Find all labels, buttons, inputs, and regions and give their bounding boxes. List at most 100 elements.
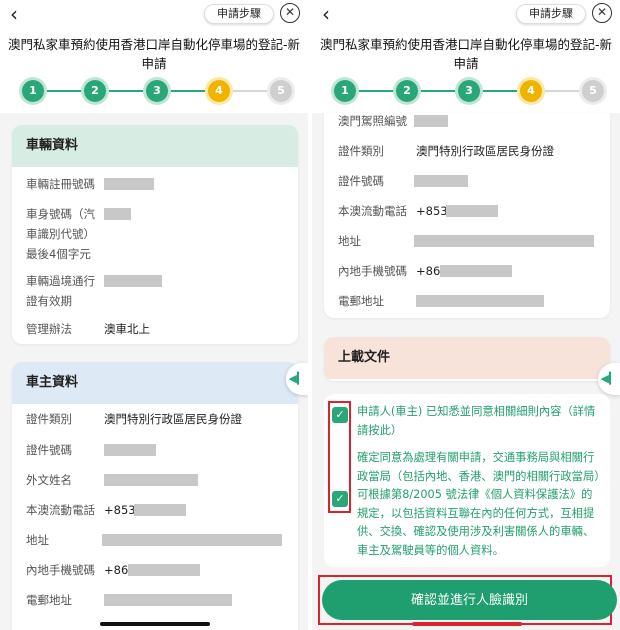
- confirm-face-recognition-button[interactable]: 確認並進行人臉識別: [322, 580, 617, 620]
- label-permit-2: 證有效期: [26, 294, 72, 308]
- field-scheme: 管理辦法 澳車北上: [26, 319, 288, 339]
- field-address: 地址: [26, 530, 288, 550]
- redacted-value: [104, 594, 232, 606]
- check-icon[interactable]: ✓: [332, 491, 348, 507]
- form-scroll-area[interactable]: 澳門駕照編號 證件類別 澳門特別行政區居民身份證 證件號碼 本澳流動電話 +85…: [312, 113, 620, 630]
- value-mainland-prefix: +86: [104, 563, 129, 577]
- redacted-value: [104, 208, 131, 220]
- field-id-no: 證件號碼: [26, 440, 288, 460]
- field-address: 地址: [338, 231, 600, 251]
- side-collapse-tab[interactable]: ◀▎: [598, 363, 620, 395]
- redacted-value: [416, 295, 544, 307]
- field-foreign-name: 外文姓名: [26, 470, 288, 490]
- value-scheme: 澳車北上: [104, 322, 150, 336]
- step-connector: [480, 90, 518, 92]
- step-2: 2: [84, 80, 106, 102]
- redacted-value: [414, 235, 594, 247]
- label-reg-no: 車輛註冊號碼: [26, 177, 95, 191]
- label-body-no-1: 車身號碼（汽: [26, 207, 95, 221]
- label-email: 電郵地址: [338, 294, 384, 308]
- chevron-left-icon[interactable]: ‹: [322, 2, 330, 26]
- top-bar: ‹ 申請步驟 ✕: [312, 0, 620, 28]
- redacted-value: [446, 205, 498, 217]
- redacted-value: [414, 115, 448, 127]
- progress-stepper: 1 2 3 4 5: [332, 80, 604, 102]
- label-body-no-3: 最後4個字元: [26, 247, 91, 261]
- right-screen: ‹ 申請步驟 ✕ 澳門私家車預約使用香港口岸自動化停車場的登記-新申請 1 2 …: [312, 0, 620, 630]
- progress-stepper: 1 2 3 4 5: [20, 80, 292, 102]
- value-mainland-prefix: +86: [416, 264, 441, 278]
- label-address: 地址: [338, 234, 361, 248]
- label-license-no: 澳門駕照編號: [338, 114, 407, 128]
- field-mainland-phone: 內地手機號碼 +86: [26, 560, 288, 580]
- step-1: 1: [22, 80, 44, 102]
- value-phone-prefix: +853: [104, 503, 136, 517]
- label-foreign-name: 外文姓名: [26, 473, 72, 487]
- redacted-value: [414, 175, 468, 187]
- field-permit-validity: 車輛過境通行 證有效期: [26, 271, 288, 311]
- label-body-no-2: 車識別代號）: [26, 227, 95, 241]
- value-id-type: 澳門特別行政區居民身份證: [104, 412, 242, 426]
- value-id-type: 澳門特別行政區居民身份證: [416, 144, 554, 158]
- redacted-value: [128, 564, 200, 576]
- close-icon[interactable]: ✕: [592, 3, 612, 23]
- field-id-type: 證件類別 澳門特別行政區居民身份證: [26, 409, 288, 429]
- label-id-type: 證件類別: [26, 412, 72, 426]
- page-title: 澳門私家車預約使用香港口岸自動化停車場的登記-新申請: [8, 37, 301, 71]
- label-mainland-phone: 內地手機號碼: [338, 264, 407, 278]
- top-bar: ‹ 申請步驟 ✕: [0, 0, 308, 28]
- redacted-value: [104, 444, 156, 456]
- redacted-value: [440, 265, 512, 277]
- agreement-terms-text[interactable]: 申請人(車主) 已知悉並同意相關細則內容（詳情請按此）: [357, 403, 600, 440]
- label-address: 地址: [26, 533, 49, 547]
- step-4: 4: [520, 80, 542, 102]
- owner-info-card: 車主資料 證件類別 澳門特別行政區居民身份證 證件號碼 外文姓名 本澳流動電話 …: [12, 362, 298, 630]
- step-1: 1: [334, 80, 356, 102]
- home-indicator: [412, 622, 522, 626]
- field-mainland-phone: 內地手機號碼 +86: [338, 261, 600, 281]
- redacted-value: [104, 474, 198, 486]
- left-screen: ‹ 申請步驟 ✕ 澳門私家車預約使用香港口岸自動化停車場的登記-新申請 1 2 …: [0, 0, 308, 630]
- vehicle-card-title: 車輛資料: [12, 125, 298, 167]
- field-macau-phone: 本澳流動電話 +853: [26, 500, 288, 520]
- field-id-type: 證件類別 澳門特別行政區居民身份證: [338, 141, 600, 161]
- page-title: 澳門私家車預約使用香港口岸自動化停車場的登記-新申請: [320, 37, 613, 71]
- field-license-no: 澳門駕照編號: [338, 113, 600, 131]
- field-email: 電郵地址: [338, 291, 600, 311]
- check-icon[interactable]: ✓: [332, 407, 348, 423]
- upload-card-title: 上載文件: [324, 337, 610, 379]
- field-macau-phone: 本澳流動電話 +853: [338, 201, 600, 221]
- step-5: 5: [582, 80, 604, 102]
- steps-button[interactable]: 申請步驟: [204, 4, 274, 24]
- step-2: 2: [396, 80, 418, 102]
- label-id-no: 證件號碼: [338, 174, 384, 188]
- close-icon[interactable]: ✕: [280, 3, 300, 23]
- step-5: 5: [270, 80, 292, 102]
- label-mainland-phone: 內地手機號碼: [26, 563, 95, 577]
- step-connector: [418, 90, 456, 92]
- step-connector: [106, 90, 144, 92]
- step-3: 3: [458, 80, 480, 102]
- field-email: 電郵地址: [26, 590, 288, 610]
- redacted-value: [104, 275, 162, 287]
- redacted-value: [104, 178, 154, 190]
- step-connector: [356, 90, 394, 92]
- steps-button[interactable]: 申請步驟: [516, 4, 586, 24]
- owner-card-title: 車主資料: [12, 362, 298, 404]
- label-macau-phone: 本澳流動電話: [26, 503, 95, 517]
- step-connector: [44, 90, 82, 92]
- label-macau-phone: 本澳流動電話: [338, 204, 407, 218]
- field-body-no: 車身號碼（汽 車識別代號） 最後4個字元: [26, 204, 288, 264]
- step-4: 4: [208, 80, 230, 102]
- form-scroll-area[interactable]: 車輛資料 車輛註冊號碼 車身號碼（汽 車識別代號） 最後4個字元 車輛過境通行 …: [0, 113, 308, 630]
- upload-docs-card: 上載文件: [324, 337, 610, 381]
- chevron-left-icon[interactable]: ‹: [10, 2, 18, 26]
- step-connector: [168, 90, 206, 92]
- label-email: 電郵地址: [26, 593, 72, 607]
- label-scheme: 管理辦法: [26, 322, 72, 336]
- redacted-value: [134, 504, 186, 516]
- owner-info-card: 澳門駕照編號 證件類別 澳門特別行政區居民身份證 證件號碼 本澳流動電話 +85…: [324, 113, 610, 318]
- agreement-section: ✓ ✓ 申請人(車主) 已知悉並同意相關細則內容（詳情請按此） 確定同意為處理有…: [324, 394, 610, 567]
- label-permit-1: 車輛過境通行: [26, 274, 95, 288]
- value-phone-prefix: +853: [416, 204, 448, 218]
